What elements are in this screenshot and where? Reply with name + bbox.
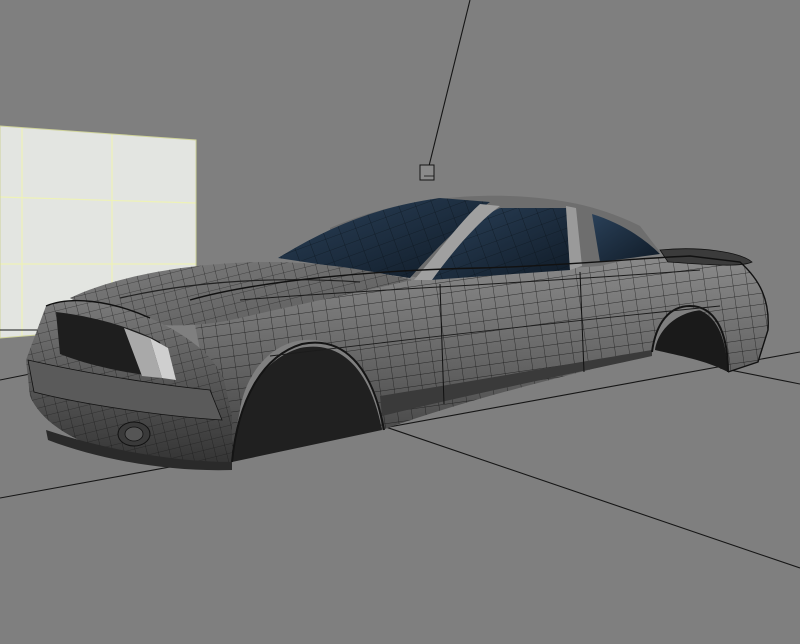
light-aim-line: [427, 0, 471, 171]
light-locator[interactable]: [419, 0, 471, 181]
viewport-canvas[interactable]: [0, 0, 800, 644]
fog-light: [117, 421, 151, 447]
3d-viewport[interactable]: [0, 0, 800, 644]
light-handle-icon[interactable]: [419, 164, 435, 181]
